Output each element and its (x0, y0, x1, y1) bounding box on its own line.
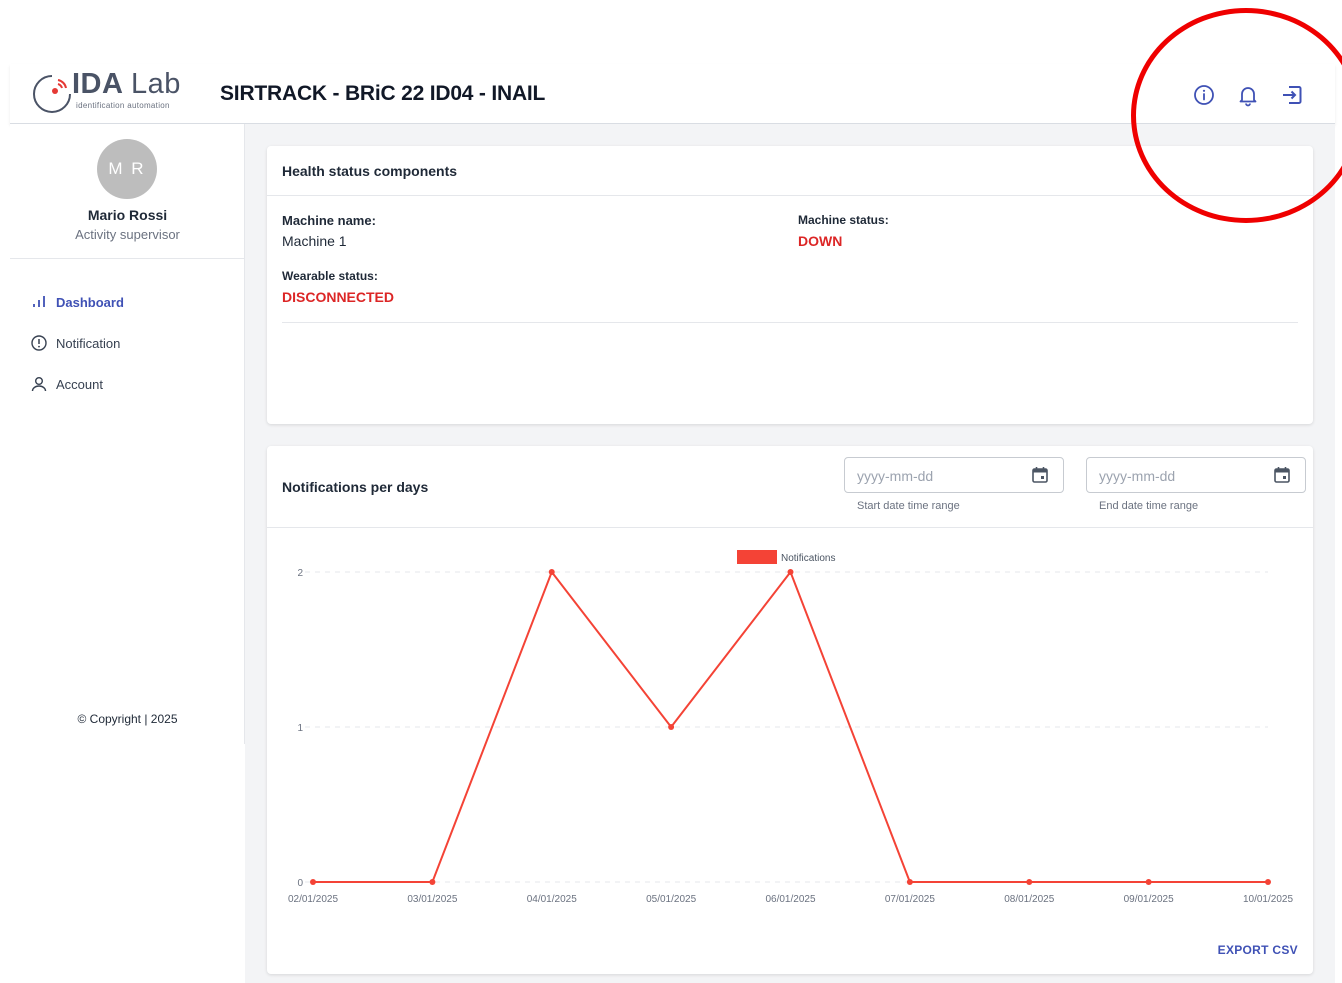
data-point (548, 569, 555, 575)
data-point (429, 879, 436, 885)
app-header: IDA Lab identification automation SIRTRA… (10, 64, 1335, 124)
sidebar-item-notification[interactable]: Notification (30, 331, 120, 355)
calendar-icon[interactable] (1273, 466, 1291, 484)
machine-name-value: Machine 1 (282, 233, 347, 249)
end-date-helper: End date time range (1099, 500, 1199, 512)
ida-lab-logo: IDA Lab identification automation (32, 68, 207, 116)
legend-swatch (737, 550, 777, 564)
y-tick-label: 2 (297, 568, 303, 579)
data-point (906, 879, 913, 885)
user-name: Mario Rossi (87, 207, 168, 223)
card-title: Health status components (282, 163, 458, 179)
user-role: Activity supervisor (75, 227, 180, 242)
y-tick-label: 0 (297, 878, 303, 889)
x-tick-label: 03/01/2025 (407, 894, 457, 905)
x-tick-label: 10/01/2025 (1243, 894, 1293, 905)
end-date-input[interactable]: yyyy-mm-dd (1086, 457, 1306, 493)
card-header: Notifications per days yyyy-mm-dd Start … (267, 446, 1313, 528)
data-point (668, 724, 675, 730)
sidebar-item-label: Dashboard (56, 294, 124, 310)
page-title: SIRTRACK - BRiC 22 ID04 - INAIL (220, 82, 546, 105)
machine-status-value: DOWN (798, 233, 843, 249)
wearable-status-value: DISCONNECTED (282, 289, 395, 305)
logo-tagline: identification automation (76, 101, 170, 110)
x-tick-label: 05/01/2025 (646, 894, 696, 905)
calendar-icon[interactable] (1031, 466, 1049, 484)
bar-chart-icon (33, 296, 45, 307)
wearable-status-label: Wearable status: (282, 269, 378, 283)
logo-word: IDA Lab (72, 68, 181, 100)
machine-name-label: Machine name: (282, 213, 376, 228)
x-tick-label: 06/01/2025 (765, 894, 815, 905)
avatar[interactable]: M R (97, 139, 157, 199)
end-date-placeholder: yyyy-mm-dd (1099, 468, 1176, 484)
start-date-input[interactable]: yyyy-mm-dd (844, 457, 1064, 493)
sidebar-divider (10, 258, 245, 259)
legend-label: Notifications (781, 553, 835, 564)
main-content: Health status components Machine name: M… (245, 124, 1335, 983)
logo-mark-icon (33, 75, 71, 113)
logout-icon[interactable] (1280, 83, 1304, 107)
data-point (1026, 879, 1033, 885)
notifications-card: Notifications per days yyyy-mm-dd Start … (267, 446, 1313, 974)
data-point (787, 569, 794, 575)
x-tick-label: 02/01/2025 (288, 894, 338, 905)
data-point (1145, 879, 1152, 885)
data-point (1265, 879, 1271, 885)
y-tick-label: 1 (297, 723, 303, 734)
sidebar-item-account[interactable]: Account (30, 372, 103, 396)
health-status-card: Health status components Machine name: M… (267, 146, 1313, 424)
data-point (310, 879, 316, 885)
start-date-placeholder: yyyy-mm-dd (857, 468, 934, 484)
start-date-helper: Start date time range (857, 500, 960, 512)
card-title: Notifications per days (282, 479, 429, 495)
alert-circle-icon (31, 335, 47, 351)
sidebar-item-label: Account (56, 376, 103, 392)
machine-status-label: Machine status: (798, 213, 889, 227)
x-tick-label: 09/01/2025 (1124, 894, 1174, 905)
sidebar-item-dashboard[interactable]: Dashboard (30, 290, 124, 314)
card-header: Health status components (267, 146, 1313, 196)
x-tick-label: 07/01/2025 (885, 894, 935, 905)
sidebar: M R Mario Rossi Activity supervisor Dash… (10, 124, 245, 744)
bell-icon[interactable] (1236, 83, 1260, 107)
copyright: © Copyright | 2025 (77, 712, 178, 726)
user-icon (31, 377, 47, 392)
divider (282, 322, 1298, 323)
x-tick-label: 04/01/2025 (527, 894, 577, 905)
sidebar-item-label: Notification (56, 335, 121, 351)
app-root: IDA Lab identification automation SIRTRA… (0, 0, 1342, 983)
info-icon[interactable] (1192, 83, 1216, 107)
x-tick-label: 08/01/2025 (1004, 894, 1054, 905)
export-csv-button[interactable]: EXPORT CSV (1218, 943, 1298, 957)
notifications-line-chart: 0 1 2 02/01/2025 03/01/2025 04/01/2025 05/01/2… (288, 550, 1293, 905)
